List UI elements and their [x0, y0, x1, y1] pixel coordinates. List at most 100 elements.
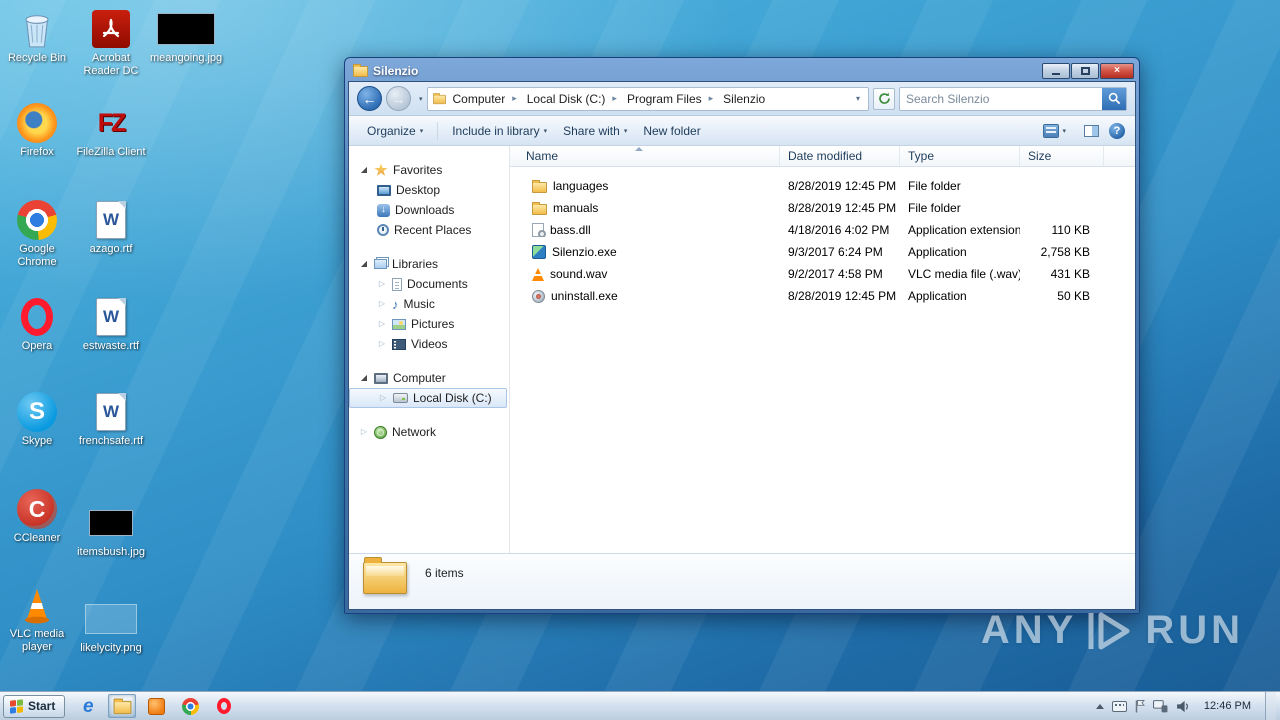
address-bar: ← → ▾ Computer Local Disk (C:) Program F…	[349, 82, 1135, 116]
nav-history-chevron-icon[interactable]: ▾	[419, 95, 423, 103]
sidebar-item-desktop[interactable]: Desktop	[349, 180, 509, 200]
new-folder-button[interactable]: New folder	[635, 120, 708, 142]
taskbar-clock[interactable]: 12:46 PM	[1198, 700, 1257, 712]
dll-file-icon	[532, 223, 546, 237]
sidebar-item-documents[interactable]: Documents	[349, 274, 509, 294]
sidebar-section-libraries[interactable]: Libraries	[349, 254, 509, 274]
change-view-button[interactable]: ▾	[1036, 121, 1074, 141]
taskbar-ie-icon[interactable]	[74, 694, 102, 718]
file-row-manuals[interactable]: manuals 8/28/2019 12:45 PM File folder	[510, 197, 1135, 219]
taskbar-opera-icon[interactable]	[210, 694, 238, 718]
sidebar-section-network[interactable]: Network	[349, 422, 509, 442]
desktop-icon-ccleaner[interactable]: C CCleaner	[1, 486, 73, 545]
uninstaller-icon	[532, 289, 545, 303]
file-row-sound-wav[interactable]: sound.wav 9/2/2017 4:58 PM VLC media fil…	[510, 263, 1135, 285]
expander-icon[interactable]	[359, 260, 369, 268]
rtf-document-icon: W	[75, 197, 147, 243]
command-toolbar: Organize ▾ Include in library ▾ Share with…	[349, 116, 1135, 146]
breadcrumb-item-computer[interactable]: Computer	[449, 89, 521, 109]
desktop-icon-filezilla[interactable]: FZ FileZilla Client	[75, 100, 147, 159]
desktop-icon-chrome[interactable]: Google Chrome	[1, 197, 73, 269]
breadcrumb-item-local-disk[interactable]: Local Disk (C:)	[523, 89, 621, 109]
sidebar-section-computer[interactable]: Computer	[349, 368, 509, 388]
file-row-languages[interactable]: languages 8/28/2019 12:45 PM File folder	[510, 175, 1135, 197]
sidebar-item-videos[interactable]: Videos	[349, 334, 509, 354]
sidebar-item-recent-places[interactable]: Recent Places	[349, 220, 509, 240]
navigation-pane: Favorites Desktop Downloads Recent Place…	[349, 146, 510, 553]
sidebar-item-music[interactable]: Music	[349, 294, 509, 314]
chevron-down-icon: ▾	[419, 127, 424, 135]
desktop-icon-frenchsafe-rtf[interactable]: W frenchsafe.rtf	[75, 389, 147, 448]
preview-pane-icon[interactable]	[1084, 124, 1099, 137]
desktop-icon-opera[interactable]: Opera	[1, 294, 73, 353]
music-icon	[392, 298, 399, 311]
column-header-date-modified[interactable]: Date modified	[780, 146, 900, 166]
breadcrumb-item-program-files[interactable]: Program Files	[623, 89, 717, 109]
desktop-icon-azago-rtf[interactable]: W azago.rtf	[75, 197, 147, 256]
forward-button[interactable]: →	[386, 86, 411, 111]
expander-icon[interactable]	[359, 428, 369, 436]
sidebar-item-local-disk-c[interactable]: Local Disk (C:)	[349, 388, 507, 408]
skype-icon: S	[1, 389, 73, 435]
include-in-library-menu[interactable]: Include in library ▾	[444, 120, 555, 142]
expander-icon[interactable]	[377, 340, 387, 348]
desktop-icon-acrobat[interactable]: Acrobat Reader DC	[75, 6, 147, 78]
desktop-icon-meangoing-jpg[interactable]: meangoing.jpg	[150, 6, 222, 65]
expander-icon[interactable]	[359, 374, 369, 382]
libraries-icon	[374, 259, 387, 269]
network-icon[interactable]	[1152, 699, 1168, 713]
action-center-flag-icon[interactable]	[1135, 699, 1145, 713]
expander-icon[interactable]	[359, 166, 369, 174]
column-header-type[interactable]: Type	[900, 146, 1020, 166]
desktop-mini-icon	[377, 184, 391, 196]
desktop-icon-vlc[interactable]: VLC media player	[1, 582, 73, 654]
application-icon	[532, 245, 546, 259]
file-row-silenzio-exe[interactable]: Silenzio.exe 9/3/2017 6:24 PM Applicatio…	[510, 241, 1135, 263]
taskbar-explorer-icon[interactable]	[108, 694, 137, 718]
search-icon[interactable]	[1102, 87, 1126, 110]
computer-icon	[374, 372, 388, 384]
maximize-button[interactable]	[1071, 62, 1099, 79]
desktop-icon-skype[interactable]: S Skype	[1, 389, 73, 448]
breadcrumb[interactable]: Computer Local Disk (C:) Program Files S…	[426, 86, 869, 111]
back-button[interactable]: ←	[357, 86, 382, 111]
taskbar-media-icon[interactable]	[142, 694, 170, 718]
desktop-icon-firefox[interactable]: Firefox	[1, 100, 73, 159]
desktop-icon-itemsbush-jpg[interactable]: itemsbush.jpg	[75, 500, 147, 559]
expander-icon[interactable]	[378, 394, 388, 402]
search-input[interactable]	[900, 91, 1102, 106]
desktop-icon-estwaste-rtf[interactable]: W estwaste.rtf	[75, 294, 147, 353]
sidebar-item-pictures[interactable]: Pictures	[349, 314, 509, 334]
organize-menu[interactable]: Organize ▾	[359, 120, 431, 142]
refresh-button[interactable]	[873, 87, 895, 110]
column-header-name[interactable]: Name	[510, 146, 780, 166]
help-icon[interactable]: ?	[1109, 122, 1125, 139]
show-hidden-icons-icon[interactable]	[1095, 703, 1104, 709]
close-button[interactable]: ×	[1100, 62, 1134, 79]
share-with-menu[interactable]: Share with ▾	[555, 120, 635, 142]
videos-icon	[392, 338, 406, 350]
start-button[interactable]: Start	[3, 694, 66, 718]
column-headers: Name Date modified Type Size	[510, 146, 1135, 167]
desktop-icon-recycle-bin[interactable]: Recycle Bin	[1, 6, 73, 65]
column-header-size[interactable]: Size	[1020, 146, 1104, 166]
desktop-icon-likelycity-png[interactable]: likelycity.png	[75, 596, 147, 655]
keyboard-layout-icon[interactable]	[1111, 700, 1127, 712]
sidebar-section-favorites[interactable]: Favorites	[349, 160, 509, 180]
breadcrumb-dropdown-chevron-icon[interactable]: ▾	[852, 94, 864, 103]
file-row-bass-dll[interactable]: bass.dll 4/18/2016 4:02 PM Application e…	[510, 219, 1135, 241]
sidebar-item-downloads[interactable]: Downloads	[349, 200, 509, 220]
show-desktop-button[interactable]	[1265, 692, 1276, 720]
minimize-button[interactable]	[1042, 62, 1070, 79]
expander-icon[interactable]	[377, 280, 387, 288]
recycle-bin-icon	[1, 6, 73, 52]
title-bar[interactable]: Silenzio ×	[345, 58, 1139, 81]
expander-icon[interactable]	[377, 320, 387, 328]
volume-icon[interactable]	[1176, 700, 1190, 713]
vlc-icon	[1, 582, 73, 628]
opera-icon	[1, 294, 73, 340]
taskbar-chrome-icon[interactable]	[176, 694, 204, 718]
file-row-uninstall-exe[interactable]: uninstall.exe 8/28/2019 12:45 PM Applica…	[510, 285, 1135, 307]
expander-icon[interactable]	[377, 300, 387, 308]
breadcrumb-item-silenzio[interactable]: Silenzio	[719, 89, 776, 109]
